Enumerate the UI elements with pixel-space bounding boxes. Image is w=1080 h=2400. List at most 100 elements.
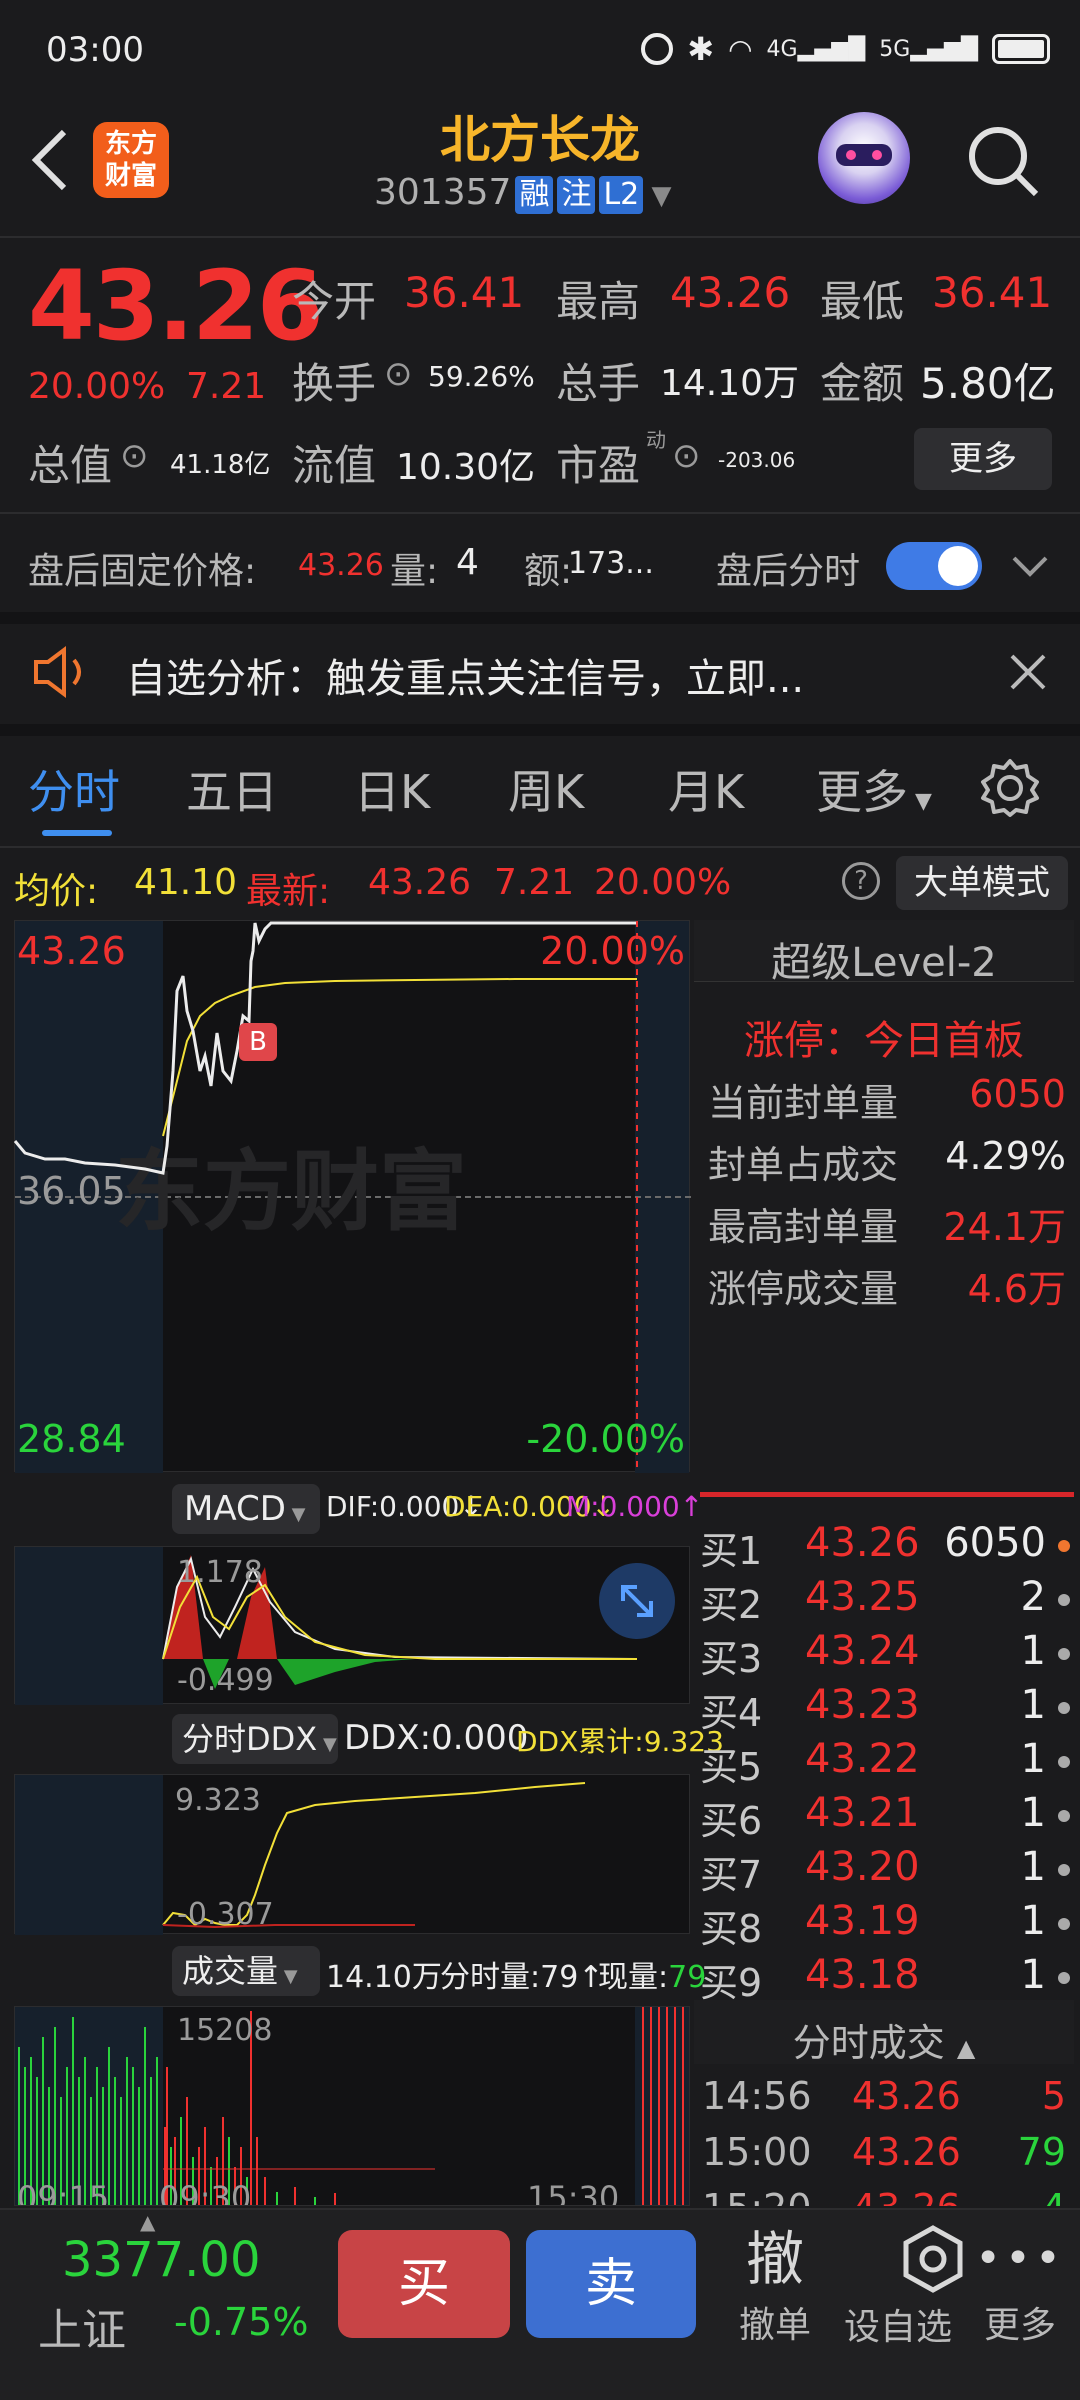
pe-value: -203.06	[718, 448, 796, 472]
tab-more[interactable]: 更多 ▼	[816, 756, 932, 822]
bid-qty: 1	[1020, 1844, 1046, 1890]
battery-icon	[992, 34, 1050, 64]
avg-price-label: 均价:	[14, 871, 99, 912]
chevron-up-icon[interactable]: ▲	[140, 2210, 155, 2234]
max-seal-value: 24.1万	[943, 1205, 1066, 1249]
macd-selector[interactable]: MACD ▼	[172, 1484, 320, 1534]
bid-label: 买6	[700, 1799, 763, 1843]
robot-avatar-icon[interactable]	[818, 112, 910, 204]
bid-dot-icon	[1058, 1702, 1070, 1714]
speaker-icon	[30, 644, 94, 700]
bid-price[interactable]: 43.18	[805, 1952, 920, 1998]
search-icon[interactable]	[966, 124, 1042, 200]
intraday-chart[interactable]: 东方财富 B 43.26 20.00% 36.05 28.84 -20.00%	[13, 920, 691, 1473]
bid-label: 买2	[700, 1583, 763, 1627]
chevron-down-icon[interactable]	[1010, 548, 1050, 584]
bid-price[interactable]: 43.21	[805, 1790, 920, 1836]
amount-label: 金额	[820, 359, 905, 408]
float-cap-label: 流值	[292, 441, 377, 490]
bid-price[interactable]: 43.19	[805, 1898, 920, 1944]
tab-intraday[interactable]: 分时	[28, 756, 120, 822]
after-hours-toggle[interactable]	[886, 542, 982, 590]
bid-qty: 1	[1020, 1682, 1046, 1728]
latest-pct: 20.00%	[594, 862, 732, 903]
bid-dot-icon	[1058, 1864, 1070, 1876]
bid-price[interactable]: 43.20	[805, 1844, 920, 1890]
buy-button[interactable]: 买	[338, 2230, 510, 2338]
tag-margin: 融	[515, 176, 554, 214]
big-order-mode-button[interactable]: 大单模式	[896, 856, 1068, 910]
bid-price[interactable]: 43.25	[805, 1574, 920, 1620]
hexagon-settings-icon	[863, 2224, 963, 2294]
info-icon[interactable]: ⊙	[672, 436, 701, 476]
index-value[interactable]: 3377.00	[62, 2232, 261, 2288]
bid-price[interactable]: 43.23	[805, 1682, 920, 1728]
more-fields-button[interactable]: 更多	[914, 428, 1052, 490]
index-change: -0.75%	[174, 2300, 309, 2344]
cancel-order-button[interactable]: 撤 撤单	[730, 2222, 820, 2372]
expand-icon[interactable]	[599, 1563, 675, 1639]
low-value: 36.41	[932, 268, 1053, 317]
bid-qty: 2	[1020, 1574, 1046, 1620]
pe-label: 市盈	[556, 441, 641, 490]
ddx-chart[interactable]: 9.323 -0.307	[14, 1774, 690, 1935]
more-menu-button[interactable]: ••• 更多	[972, 2222, 1068, 2372]
latest-change: 7.21	[494, 862, 575, 903]
volume-per-minute: 分时量:79↑	[440, 1960, 604, 1995]
bid-price[interactable]: 43.22	[805, 1736, 920, 1782]
volume-chart[interactable]: 15208 09:15 09:30 15:30	[14, 2006, 690, 2206]
info-icon[interactable]: ⊙	[120, 436, 149, 476]
change-amount: 7.21	[186, 366, 267, 407]
avg-price-value: 41.10	[134, 862, 238, 903]
current-volume: 现量:79	[598, 1960, 707, 1995]
signal-4g-icon: 4G▂▄▆█	[766, 36, 866, 62]
bid-label: 买8	[700, 1907, 763, 1951]
help-icon[interactable]: ?	[842, 862, 880, 900]
buy-marker-badge[interactable]: B	[239, 1023, 277, 1061]
tab-weekly-k[interactable]: 周K	[508, 756, 584, 822]
ddx-value: DDX:0.000	[344, 1718, 529, 1758]
info-icon[interactable]: ⊙	[384, 354, 413, 394]
bid-price[interactable]: 43.24	[805, 1628, 920, 1674]
tab-five-day[interactable]: 五日	[186, 756, 278, 822]
bid-qty: 6050	[944, 1520, 1046, 1566]
bid-dot-icon	[1058, 1594, 1070, 1606]
open-label: 今开	[292, 277, 377, 326]
seal-volume-label: 当前封单量	[708, 1081, 899, 1125]
stock-code-row: 301357 融注 L2 ▼	[374, 172, 672, 214]
time-axis-end: 15:30	[527, 2179, 620, 2206]
active-tab-indicator	[42, 830, 112, 836]
gear-icon[interactable]	[980, 758, 1040, 818]
sell-button[interactable]: 卖	[526, 2230, 696, 2338]
add-favorite-button[interactable]: 设自选	[838, 2222, 963, 2372]
index-name[interactable]: 上证	[38, 2294, 126, 2358]
tab-monthly-k[interactable]: 月K	[668, 756, 744, 822]
bid-ask-divider	[700, 1492, 1074, 1497]
turnover-value: 59.26%	[428, 360, 535, 393]
after-hours-vol: 4	[456, 542, 479, 583]
tab-daily-k[interactable]: 日K	[354, 756, 430, 822]
market-cap-value: 41.18亿	[170, 450, 271, 480]
bid-price[interactable]: 43.26	[805, 1520, 920, 1566]
axis-mid-price: 36.05	[17, 1169, 126, 1213]
bid-dot-icon	[1058, 1918, 1070, 1930]
trades-list[interactable]: 14:56 43.26 5 15:00 43.26 79 15:20 43.26…	[694, 2068, 1074, 2206]
macd-high: 1.178	[177, 1555, 263, 1590]
notice-text[interactable]: 自选分析：触发重点关注信号，立即...	[126, 646, 804, 704]
trade-qty: 5	[1041, 2074, 1066, 2118]
volume-selector[interactable]: 成交量 ▼	[172, 1946, 320, 1996]
close-icon[interactable]	[1008, 652, 1048, 692]
add-favorite-label: 设自选	[843, 2307, 952, 2348]
after-hours-price: 43.26	[298, 548, 384, 583]
axis-top-price: 43.26	[17, 929, 126, 973]
market-cap-label: 总值	[28, 441, 113, 490]
cancel-glyph-icon: 撤	[745, 2225, 804, 2293]
macd-chart[interactable]: 1.178 -0.499	[14, 1546, 690, 1705]
trades-header[interactable]: 分时成交 ▲	[694, 2000, 1074, 2065]
bid-label: 买5	[700, 1745, 763, 1789]
bid-qty: 1	[1020, 1736, 1046, 1782]
ddx-selector[interactable]: 分时DDX ▼	[172, 1714, 338, 1764]
trade-price: 43.26	[852, 2186, 961, 2206]
volume-high: 15208	[177, 2013, 273, 2048]
bluetooth-icon: ✱	[687, 30, 715, 68]
